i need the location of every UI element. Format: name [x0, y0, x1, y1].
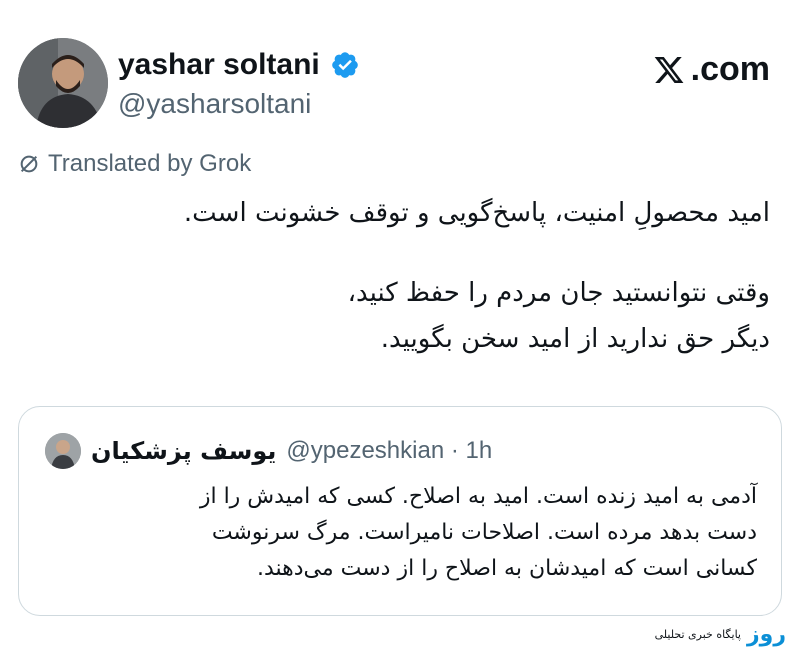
- quote-avatar: [45, 433, 81, 469]
- quote-line-1: آدمی به امید زنده است. امید به اصلاح. کس…: [199, 484, 757, 509]
- quote-text: آدمی به امید زنده است. امید به اصلاح. کس…: [37, 479, 757, 587]
- grok-icon: [20, 155, 38, 173]
- translated-by-grok[interactable]: Translated by Grok: [18, 150, 251, 178]
- tweet-text: امید محصولِ امنیت، پاسخ‌گویی و توقف خشون…: [30, 190, 770, 362]
- watermark-text: پایگاه خبری تحلیلی: [654, 628, 741, 641]
- quote-author-name: یوسف پزشکیان: [91, 437, 277, 465]
- quote-handle-time: @ypezeshkian · 1h: [286, 437, 493, 464]
- author-name[interactable]: yashar soltani: [118, 48, 320, 82]
- watermark-logo: روز: [746, 622, 787, 647]
- x-logo-icon: [654, 56, 684, 83]
- site-domain: .com: [690, 50, 770, 88]
- author-avatar[interactable]: [18, 38, 108, 128]
- quote-avatar-image: [45, 433, 81, 469]
- author-avatar-image: [18, 38, 108, 128]
- watermark: پایگاه خبری تحلیلی روز: [654, 622, 787, 647]
- tweet-line-2: وقتی نتوانستید جان مردم را حفظ کنید،: [347, 278, 770, 308]
- quote-header: یوسف پزشکیان @ypezeshkian · 1h: [45, 433, 492, 469]
- author-handle[interactable]: @yasharsoltani: [118, 88, 311, 120]
- author-name-row: yashar soltani: [118, 48, 360, 82]
- quote-line-2: دست بدهد مرده است. اصلاحات نامیراست. مرگ…: [211, 520, 757, 545]
- tweet-line-3: دیگر حق ندارید از امید سخن بگویید.: [380, 324, 770, 354]
- tweet-line-1: امید محصولِ امنیت، پاسخ‌گویی و توقف خشون…: [183, 198, 770, 228]
- quoted-tweet[interactable]: یوسف پزشکیان @ypezeshkian · 1h آدمی به ا…: [18, 406, 782, 616]
- x-site-label: .com: [651, 50, 770, 89]
- quote-line-3: کسانی است که امیدشان به اصلاح را از دست …: [256, 556, 757, 581]
- verified-badge-icon: [331, 52, 358, 78]
- translated-label: Translated by Grok: [48, 150, 252, 177]
